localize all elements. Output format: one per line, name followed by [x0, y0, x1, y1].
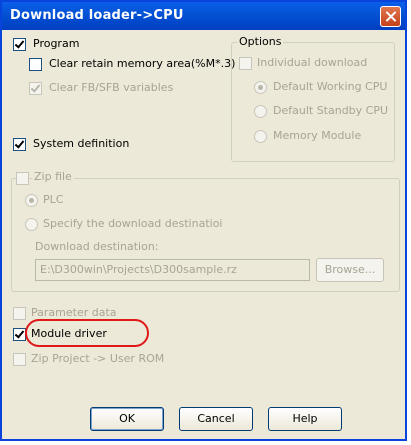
default-working-cpu-radio[interactable] — [254, 81, 267, 94]
browse-button[interactable]: Browse... — [316, 258, 384, 282]
default-working-cpu-label: Default Working CPU — [273, 80, 388, 93]
parameter-data-label: Parameter data — [31, 306, 117, 319]
download-loader-dialog: Download loader->CPU Program Clear retai… — [0, 0, 407, 441]
clear-retain-label: Clear retain memory area(%M*.3) — [49, 57, 236, 70]
options-title: Options — [237, 35, 284, 48]
title-bar: Download loader->CPU — [2, 2, 405, 30]
default-standby-cpu-radio[interactable] — [254, 105, 267, 118]
module-driver-highlight-circle — [25, 319, 149, 347]
clear-fb-label: Clear FB/SFB variables — [49, 81, 174, 94]
close-icon[interactable] — [380, 6, 401, 27]
help-button[interactable]: Help — [268, 407, 342, 431]
individual-download-checkbox[interactable] — [239, 57, 252, 70]
memory-module-radio[interactable] — [254, 130, 267, 143]
clear-fb-checkbox[interactable] — [29, 82, 42, 95]
system-definition-label: System definition — [33, 137, 130, 150]
cancel-button[interactable]: Cancel — [179, 407, 253, 431]
zip-project-label: Zip Project -> User ROM — [31, 352, 165, 365]
download-destination-field[interactable]: E:\D300win\Projects\D300sample.rz — [35, 259, 310, 281]
clear-retain-checkbox[interactable] — [29, 58, 42, 71]
plc-label: PLC — [43, 193, 64, 206]
individual-download-label: Individual download — [257, 56, 368, 69]
ok-button[interactable]: OK — [90, 407, 164, 431]
memory-module-label: Memory Module — [273, 129, 362, 142]
dialog-title: Download loader->CPU — [10, 8, 184, 23]
module-driver-checkbox[interactable] — [13, 328, 26, 341]
specify-destination-label: Specify the download destinatioi — [43, 217, 223, 230]
zip-file-label: Zip file — [32, 170, 74, 183]
parameter-data-checkbox[interactable] — [13, 307, 26, 320]
program-checkbox[interactable] — [13, 38, 26, 51]
zip-file-checkbox[interactable] — [16, 172, 29, 185]
zip-project-checkbox[interactable] — [13, 353, 26, 366]
default-standby-cpu-label: Default Standby CPU — [273, 104, 389, 117]
download-destination-label: Download destination: — [35, 240, 159, 253]
program-label: Program — [33, 37, 80, 50]
system-definition-checkbox[interactable] — [13, 138, 26, 151]
plc-radio[interactable] — [25, 194, 38, 207]
specify-destination-radio[interactable] — [25, 218, 38, 231]
